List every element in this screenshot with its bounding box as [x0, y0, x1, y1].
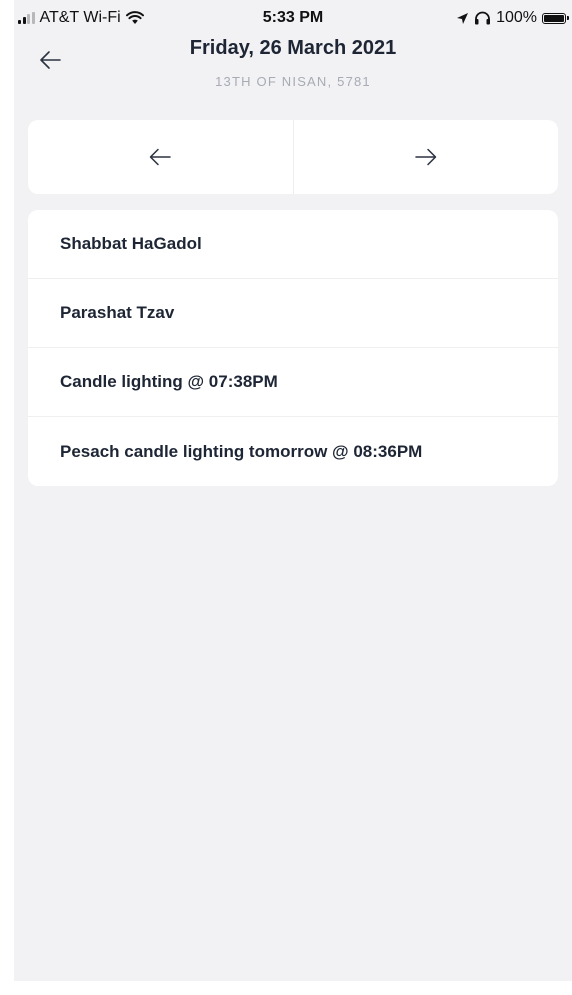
location-arrow-icon: [457, 12, 469, 24]
next-day-button[interactable]: [294, 120, 559, 194]
headphones-icon: [475, 11, 491, 25]
day-navigation: [28, 120, 558, 194]
event-item-shabbat-hagadol: Shabbat HaGadol: [28, 210, 558, 279]
event-item-parashat: Parashat Tzav: [28, 279, 558, 348]
app-screen: AT&T Wi-Fi 5:33 PM 100% Friday, 26 March…: [14, 0, 572, 981]
status-bar: AT&T Wi-Fi 5:33 PM 100%: [14, 0, 572, 34]
page-title: Friday, 26 March 2021: [189, 37, 397, 59]
events-list: Shabbat HaGadol Parashat Tzav Candle lig…: [28, 210, 558, 486]
arrow-left-icon: [150, 148, 171, 166]
battery-icon: [542, 12, 569, 24]
status-right: 100%: [456, 9, 569, 27]
previous-day-button[interactable]: [28, 120, 293, 194]
arrow-right-icon: [415, 148, 436, 166]
event-item-pesach-candle-lighting: Pesach candle lighting tomorrow @ 08:36P…: [60, 441, 423, 461]
hebrew-date: 13TH OF NISAN, 5781: [215, 74, 371, 89]
event-item-candle-lighting: Candle lighting @ 07:38PM: [28, 348, 558, 417]
battery-percent: 100%: [496, 9, 537, 26]
